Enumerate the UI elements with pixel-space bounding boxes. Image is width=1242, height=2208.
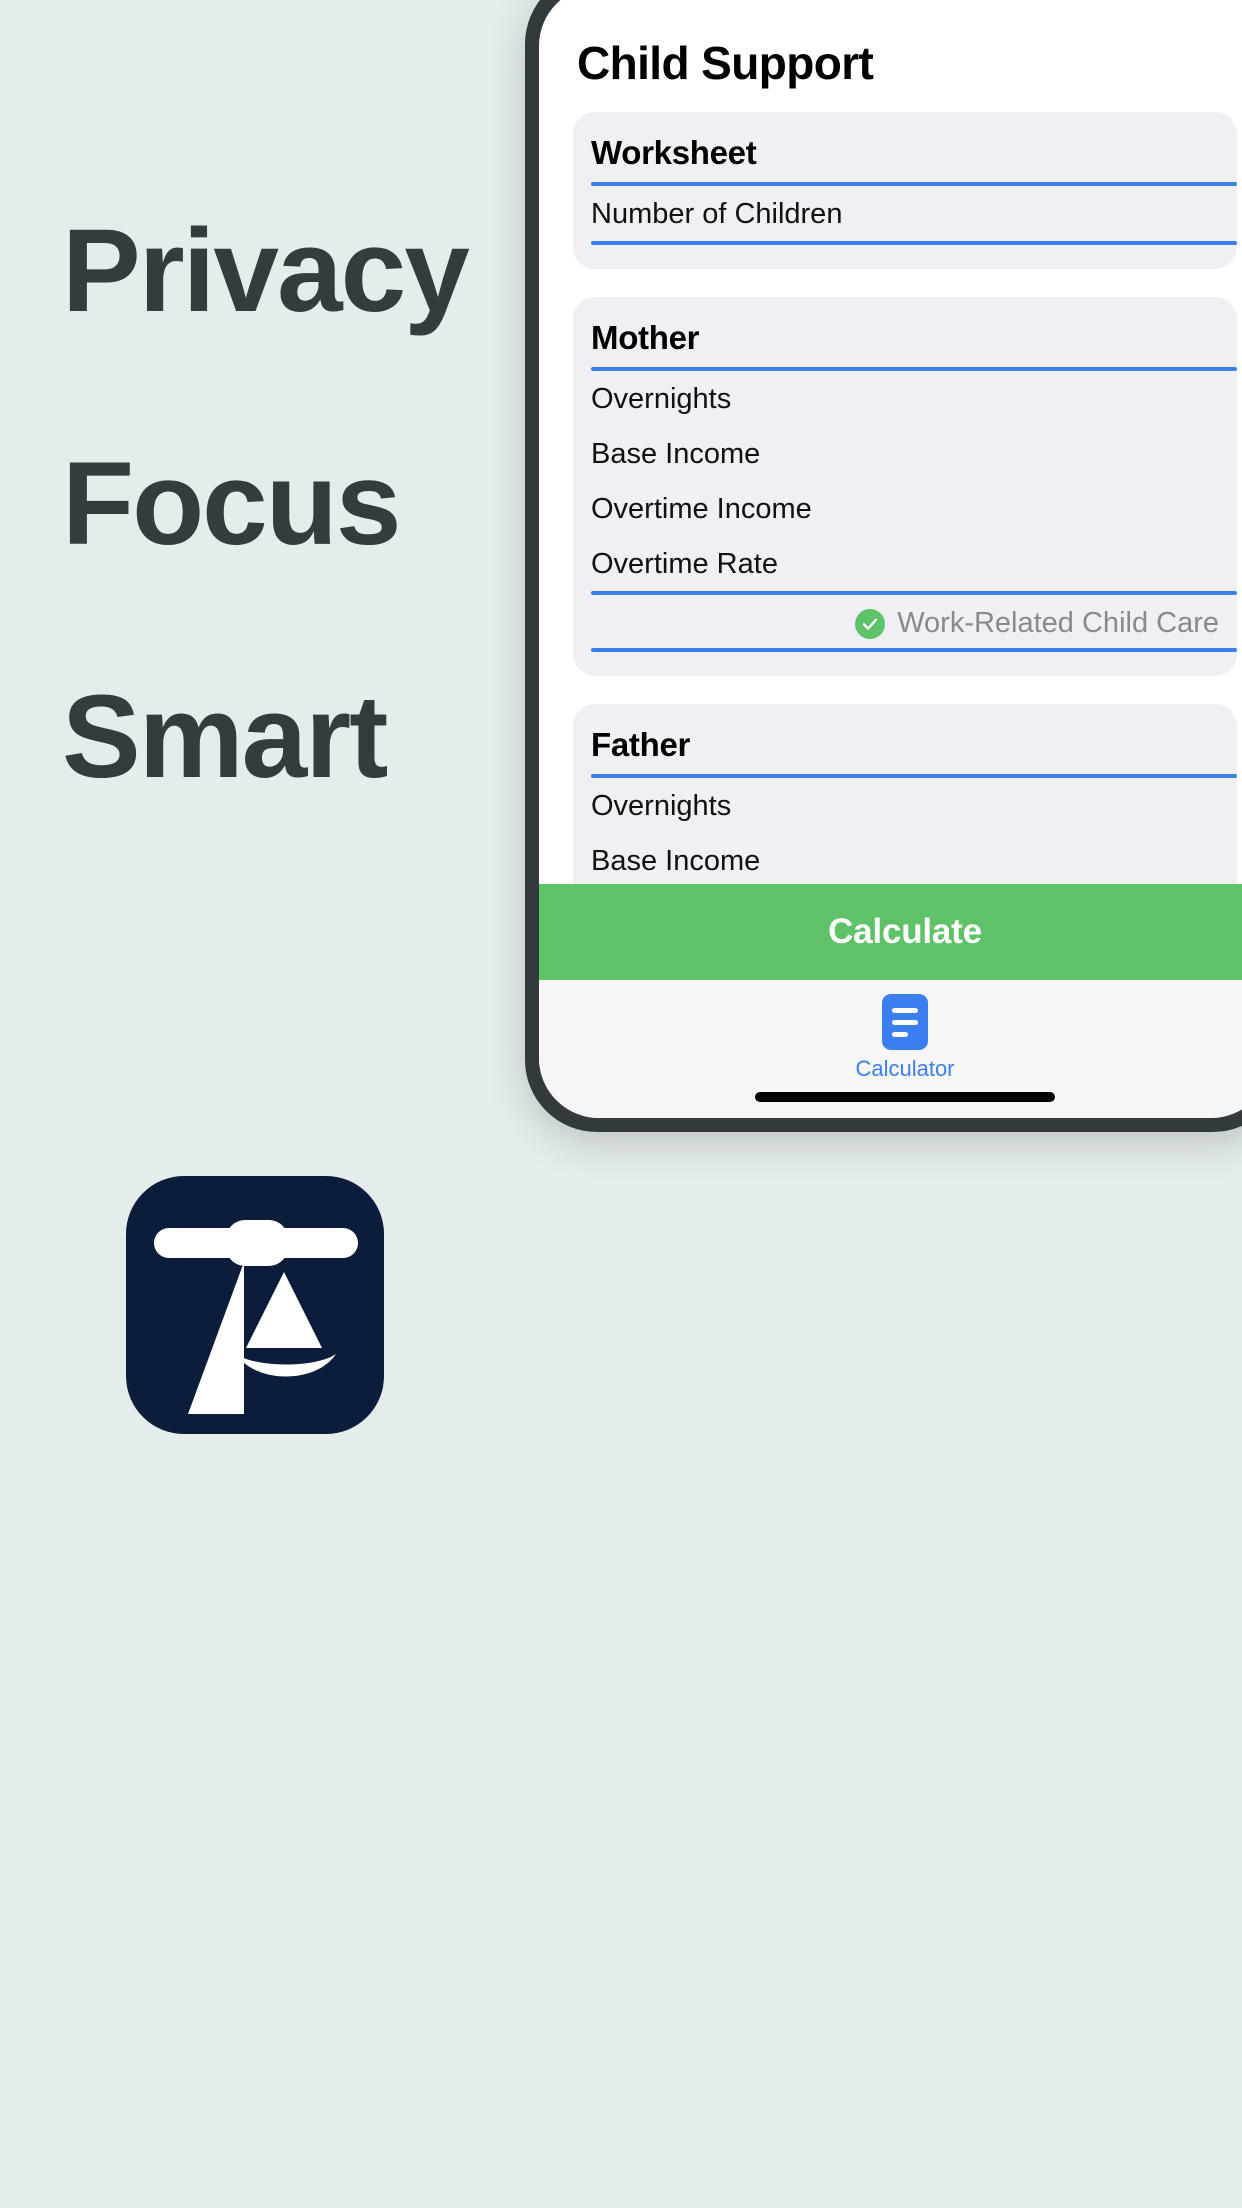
field-number-of-children[interactable]: Number of Children xyxy=(573,186,1237,241)
promo-word-1: Privacy xyxy=(62,205,470,337)
toggle-label: Work-Related Child Care xyxy=(897,607,1219,639)
accent-rule xyxy=(591,648,1237,652)
phone-frame: Child Support Worksheet Number of Childr… xyxy=(525,0,1242,1132)
accent-rule xyxy=(591,241,1237,245)
app-icon xyxy=(126,1176,384,1434)
field-label: Overtime Rate xyxy=(591,548,778,580)
check-circle-icon xyxy=(855,608,886,639)
field-father-base-income[interactable]: Base Income xyxy=(573,833,1237,884)
card-worksheet: Worksheet Number of Children xyxy=(573,112,1237,269)
document-lines-icon xyxy=(882,994,928,1050)
promo-word-3: Smart xyxy=(62,671,388,803)
form-scroll-area[interactable]: Worksheet Number of Children Mother Over… xyxy=(539,112,1242,884)
field-label: Base Income xyxy=(591,845,761,877)
page-title: Child Support xyxy=(577,37,874,89)
tab-label: Calculator xyxy=(855,1056,955,1081)
card-title-worksheet: Worksheet xyxy=(591,134,757,171)
calculate-button[interactable]: Calculate xyxy=(539,884,1242,980)
promo-word-2: Focus xyxy=(62,438,401,570)
field-label: Base Income xyxy=(591,438,761,470)
card-title-father: Father xyxy=(591,726,691,763)
field-mother-overtime-rate[interactable]: Overtime Rate xyxy=(573,536,1237,591)
card-father: Father Overnights Base Income Overtime I… xyxy=(573,704,1237,884)
field-mother-base-income[interactable]: Base Income xyxy=(573,426,1237,481)
tab-bar: Calculator xyxy=(539,980,1242,1118)
field-mother-overtime-income[interactable]: Overtime Income xyxy=(573,481,1237,536)
toggle-mother-work-related-child-care[interactable]: Work-Related Child Care xyxy=(573,595,1237,648)
field-label: Overtime Income xyxy=(591,493,812,525)
promo-panel: Privacy Focus Smart xyxy=(0,0,525,2208)
field-label: Overnights xyxy=(591,383,732,415)
phone-screen: Child Support Worksheet Number of Childr… xyxy=(539,0,1242,1118)
card-title-mother: Mother xyxy=(591,319,700,356)
field-label: Number of Children xyxy=(591,198,843,230)
field-mother-overnights[interactable]: Overnights xyxy=(573,371,1237,426)
field-label: Overnights xyxy=(591,790,732,822)
field-father-overnights[interactable]: Overnights xyxy=(573,778,1237,833)
card-mother: Mother Overnights Base Income Overtime I… xyxy=(573,297,1237,676)
home-indicator xyxy=(755,1092,1055,1102)
